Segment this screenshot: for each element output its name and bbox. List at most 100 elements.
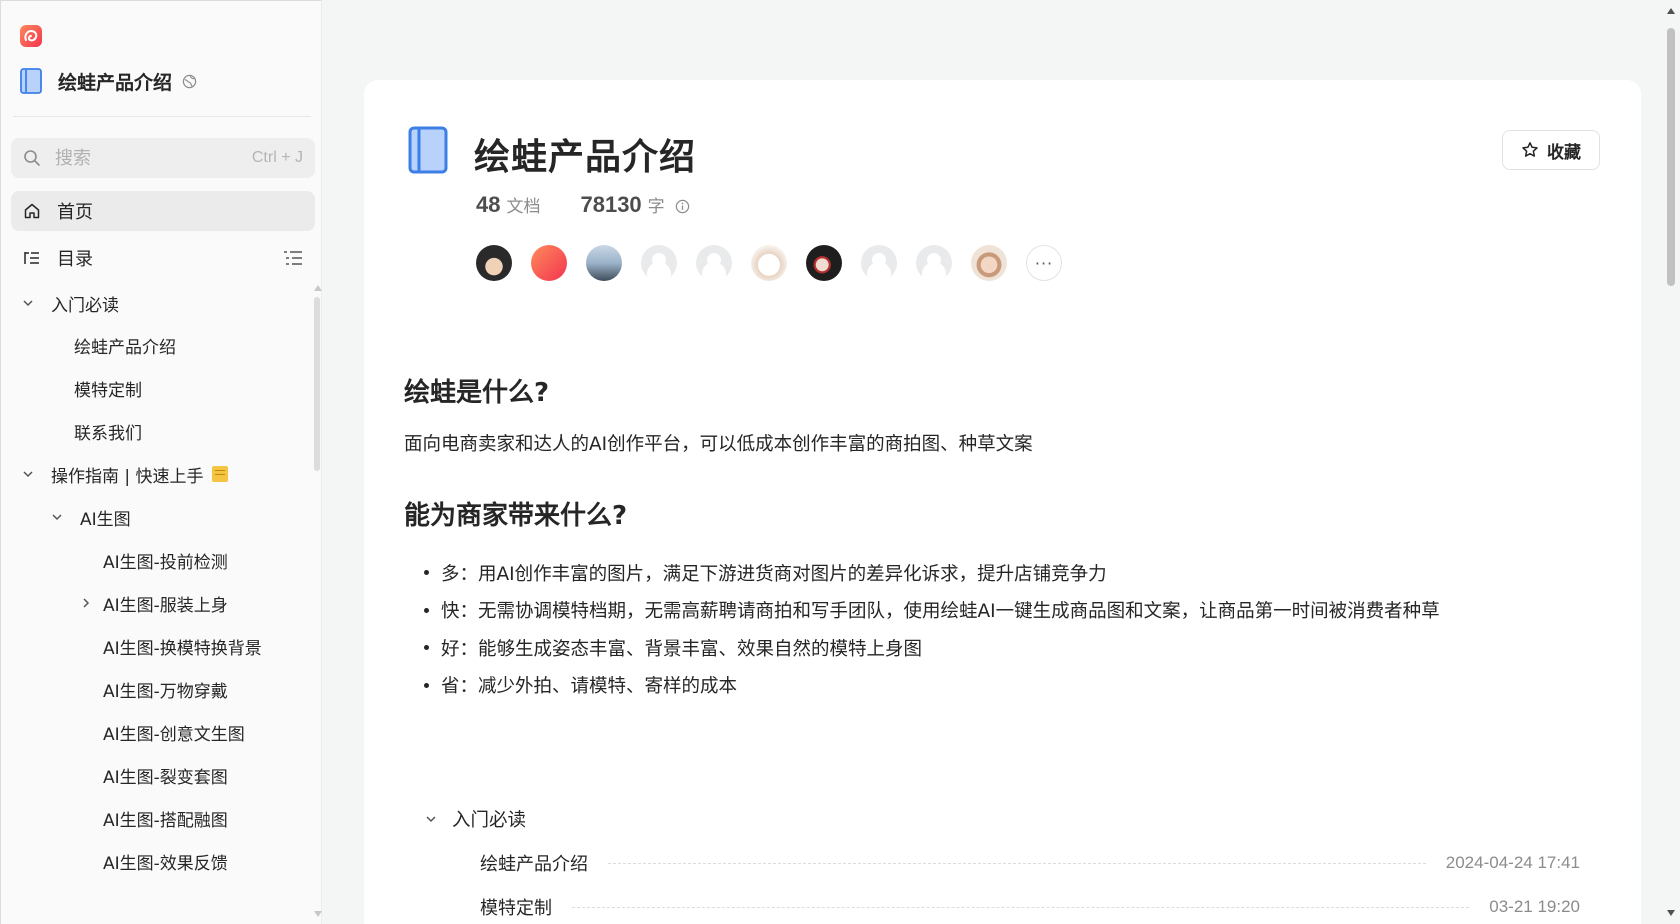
tree-item-label: AI生图-创意文生图 [103, 724, 245, 745]
tree-item-label: AI生图-换模特换背景 [103, 638, 262, 659]
catalog-group[interactable]: 入门必读 [424, 806, 526, 832]
favorite-label: 收藏 [1547, 142, 1581, 162]
avatar[interactable] [696, 245, 732, 281]
nav-toc[interactable]: 目录 [11, 238, 315, 278]
tree-item[interactable]: AI生图-裂变套图 [103, 755, 228, 795]
section-paragraph: 面向电商卖家和达人的AI创作平台，可以低成本创作丰富的商拍图、种草文案 [404, 434, 1033, 455]
tree-item[interactable]: 联系我们 [74, 411, 142, 451]
scroll-down-arrow[interactable] [1667, 910, 1675, 916]
tree-item[interactable]: AI生图-搭配融图 [103, 798, 228, 838]
doc-unit: 文档 [506, 197, 541, 217]
list-item: 好：能够生成姿态丰富、背景丰富、效果自然的模特上身图 [424, 629, 1440, 667]
nav-home[interactable]: 首页 [11, 191, 315, 231]
tree-item[interactable]: AI生图-创意文生图 [103, 712, 245, 752]
avatar[interactable] [586, 245, 622, 281]
collaborator-avatars: ··· [476, 245, 1081, 281]
section-heading: 绘蛙是什么? [404, 378, 550, 408]
avatar[interactable] [971, 245, 1007, 281]
catalog-row[interactable]: 绘蛙产品介绍 2024-04-24 17:41 [480, 848, 1580, 878]
sidebar-scrollbar-thumb[interactable] [314, 297, 320, 471]
tree-item[interactable]: 入门必读 [21, 283, 119, 323]
tree-item[interactable]: AI生图-万物穿戴 [103, 669, 228, 709]
chevron-down-icon[interactable] [21, 296, 35, 310]
search-box[interactable]: Ctrl + J [11, 138, 315, 178]
list-item-text: 好：能够生成姿态丰富、背景丰富、效果自然的模特上身图 [441, 638, 923, 660]
catalog-row-title[interactable]: 模特定制 [480, 894, 552, 920]
dashed-leader [572, 906, 1470, 908]
avatar[interactable] [861, 245, 897, 281]
info-icon[interactable] [675, 199, 690, 214]
chevron-right-icon[interactable] [79, 596, 93, 610]
tree-item-label: 模特定制 [74, 380, 142, 401]
book-header: 绘蛙产品介绍 [20, 67, 197, 95]
tree-item-label: AI生图-投前检测 [103, 552, 228, 573]
book-stats: 48 文档 78130 字 [476, 192, 690, 218]
dashed-leader [608, 862, 1426, 864]
sidebar: 绘蛙产品介绍 Ctrl + J 首页 目录 [0, 0, 322, 924]
list-item: 多：用AI创作丰富的图片，满足下游进货商对图片的差异化诉求，提升店铺竞争力 [424, 554, 1440, 592]
more-avatars-button[interactable]: ··· [1026, 245, 1062, 281]
tree-item[interactable]: AI生图 [50, 497, 131, 537]
nav-toc-label: 目录 [57, 249, 93, 270]
catalog-row-time: 03-21 19:20 [1489, 897, 1580, 916]
sidebar-scroll-up-arrow[interactable] [314, 285, 322, 291]
tree-item-label: 入门必读 [51, 295, 119, 316]
tree-item[interactable]: AI生图-换模特换背景 [103, 626, 262, 666]
page-scrollbar[interactable] [1662, 0, 1680, 924]
catalog-row[interactable]: 模特定制 03-21 19:20 [480, 892, 1580, 922]
tree-item-label: 联系我们 [74, 423, 142, 444]
tree-item-label: AI生图-裂变套图 [103, 767, 228, 788]
scroll-up-arrow[interactable] [1667, 8, 1675, 14]
nav-home-label: 首页 [57, 202, 93, 223]
book-title[interactable]: 绘蛙产品介绍 [58, 68, 172, 95]
avatar[interactable] [476, 245, 512, 281]
tree-item[interactable]: AI生图-投前检测 [103, 540, 228, 580]
catalog-row-time: 2024-04-24 17:41 [1445, 853, 1580, 872]
list-item-text: 多：用AI创作丰富的图片，满足下游进货商对图片的差异化诉求，提升店铺竞争力 [441, 563, 1107, 585]
list-item: 省：减少外拍、请模特、寄样的成本 [424, 667, 1440, 705]
tree-item[interactable]: 绘蛙产品介绍 [74, 325, 176, 365]
sidebar-divider [13, 116, 311, 117]
search-input[interactable] [55, 147, 235, 169]
notebook-icon [211, 466, 228, 482]
doc-count: 48 [476, 192, 501, 217]
avatar[interactable] [751, 245, 787, 281]
tree-item[interactable]: AI生图-服装上身 [79, 583, 228, 623]
catalog-row-title[interactable]: 绘蛙产品介绍 [480, 850, 588, 876]
avatar[interactable] [641, 245, 677, 281]
tree-item-label: AI生图-服装上身 [103, 595, 228, 616]
tree-item-label: AI生图 [80, 509, 131, 530]
tree-item[interactable]: 操作指南 | 快速上手 [21, 454, 228, 494]
chevron-down-icon[interactable] [21, 467, 35, 481]
book-icon [20, 68, 42, 94]
search-icon [24, 150, 40, 166]
star-icon [1522, 142, 1538, 157]
sidebar-scroll-down-arrow[interactable] [314, 911, 322, 917]
tree-item[interactable]: AI生图-效果反馈 [103, 841, 228, 881]
favorite-button[interactable]: 收藏 [1502, 130, 1600, 170]
avatar[interactable] [531, 245, 567, 281]
scrollbar-thumb[interactable] [1667, 28, 1675, 286]
chevron-down-icon[interactable] [424, 812, 438, 826]
tree-item-label: 操作指南 | 快速上手 [51, 466, 204, 487]
avatar[interactable] [916, 245, 952, 281]
tree-item-label: 绘蛙产品介绍 [74, 337, 176, 358]
book-icon [408, 126, 448, 174]
search-shortcut: Ctrl + J [251, 149, 303, 166]
value-list: 多：用AI创作丰富的图片，满足下游进货商对图片的差异化诉求，提升店铺竞争力 快：… [424, 554, 1440, 704]
list-item-text: 快：无需协调模特档期，无需高薪聘请商拍和写手团队，使用绘蛙AI一键生成商品图和文… [441, 601, 1440, 623]
tree-item[interactable]: 模特定制 [74, 368, 142, 408]
app-logo-icon[interactable] [20, 25, 42, 47]
tree-item-label: AI生图-万物穿戴 [103, 681, 228, 702]
toc-collapse-icon[interactable] [283, 249, 303, 267]
list-item-text: 省：减少外拍、请模特、寄样的成本 [441, 676, 738, 698]
word-unit: 字 [647, 197, 665, 217]
chevron-down-icon[interactable] [50, 510, 64, 524]
catalog-group-label: 入门必读 [452, 810, 527, 831]
home-icon [24, 203, 40, 219]
list-item: 快：无需协调模特档期，无需高薪聘请商拍和写手团队，使用绘蛙AI一键生成商品图和文… [424, 592, 1440, 630]
page-title: 绘蛙产品介绍 [474, 137, 697, 178]
public-globe-icon [182, 74, 197, 88]
tree-item-label: AI生图-搭配融图 [103, 810, 228, 831]
avatar[interactable] [806, 245, 842, 281]
